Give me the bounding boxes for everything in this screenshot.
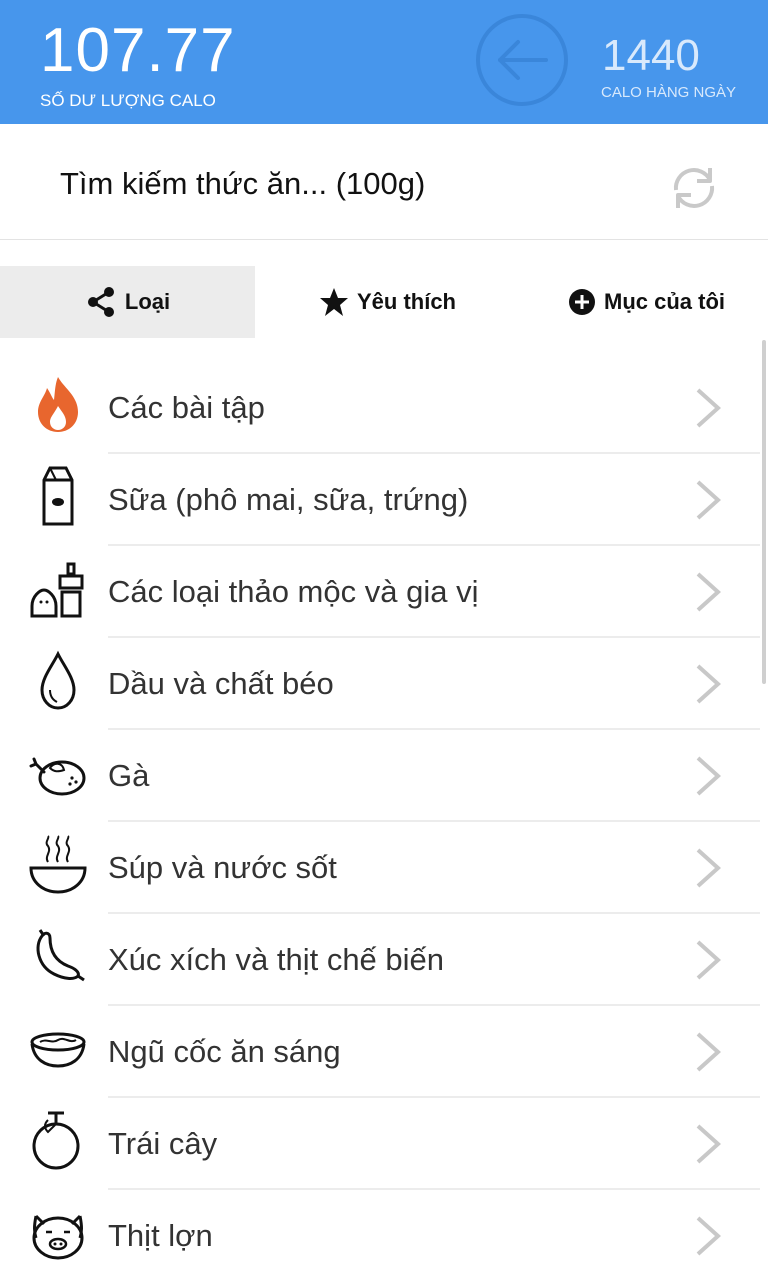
tab-categories-label: Loại	[124, 289, 171, 314]
category-label: Súp và nước sốt	[108, 850, 337, 885]
tab-favorites[interactable]: Yêu thích	[255, 266, 520, 338]
category-label: Xúc xích và thịt chế biến	[108, 942, 445, 977]
calorie-header: 107.77 SỐ DƯ LƯỢNG CALO 1440 CALO HÀNG N…	[0, 0, 768, 124]
list-scrollbar[interactable]	[762, 340, 766, 684]
arrow-left-circle-icon	[476, 14, 568, 106]
category-list: Các bài tập Sữa (phô mai, sữa, trứng) Cá…	[0, 362, 760, 1280]
back-button[interactable]	[476, 14, 568, 106]
cereal-bowl-icon	[30, 1032, 86, 1068]
chevron-right-icon	[696, 1216, 721, 1256]
category-item-oils-fats[interactable]: Dầu và chất béo	[0, 638, 760, 730]
fruit-icon	[32, 1111, 80, 1170]
calorie-balance-label: SỐ DƯ LƯỢNG CALO	[40, 91, 216, 110]
refresh-icon	[673, 168, 715, 208]
search-input[interactable]: Tìm kiếm thức ăn... (100g)	[60, 166, 425, 202]
category-item-fruit[interactable]: Trái cây	[0, 1098, 760, 1190]
food-search-bar[interactable]: Tìm kiếm thức ăn... (100g)	[0, 124, 768, 240]
chevron-right-icon	[696, 940, 721, 980]
category-item-exercise[interactable]: Các bài tập	[0, 362, 760, 454]
tab-my-items[interactable]: Mục của tôi	[520, 266, 768, 338]
tab-my-items-label: Mục của tôi	[604, 289, 726, 314]
chevron-right-icon	[696, 480, 721, 520]
category-item-pork[interactable]: Thịt lợn	[0, 1190, 760, 1280]
chevron-right-icon	[696, 388, 721, 428]
category-label: Dầu và chất béo	[108, 666, 334, 701]
tab-favorites-label: Yêu thích	[356, 289, 456, 314]
category-label: Trái cây	[108, 1126, 218, 1161]
chevron-right-icon	[696, 664, 721, 704]
refresh-button[interactable]	[666, 160, 722, 216]
roast-chicken-icon	[29, 757, 86, 796]
category-label: Thịt lợn	[108, 1218, 213, 1253]
share-icon	[87, 287, 114, 317]
chevron-right-icon	[696, 848, 721, 888]
salt-pepper-icon	[30, 562, 84, 618]
chevron-right-icon	[696, 756, 721, 796]
calorie-balance-value: 107.77	[40, 16, 236, 85]
star-icon	[319, 288, 348, 316]
plus-circle-icon	[569, 289, 595, 315]
category-label: Gà	[108, 758, 150, 793]
pig-icon	[32, 1214, 84, 1260]
oil-drop-icon	[40, 650, 76, 710]
category-tabs: Loại Yêu thích Mục của tôi	[0, 266, 768, 338]
category-label: Sữa (phô mai, sữa, trứng)	[108, 482, 469, 517]
category-item-sausages[interactable]: Xúc xích và thịt chế biến	[0, 914, 760, 1006]
category-label: Ngũ cốc ăn sáng	[108, 1034, 341, 1069]
category-item-chicken[interactable]: Gà	[0, 730, 760, 822]
sausage-icon	[36, 929, 85, 982]
category-item-dairy[interactable]: Sữa (phô mai, sữa, trứng)	[0, 454, 760, 546]
tab-categories[interactable]: Loại	[0, 266, 255, 338]
chevron-right-icon	[696, 1124, 721, 1164]
category-item-cereal[interactable]: Ngũ cốc ăn sáng	[0, 1006, 760, 1098]
category-item-herbs-spices[interactable]: Các loại thảo mộc và gia vị	[0, 546, 760, 638]
daily-calorie-value: 1440	[602, 31, 700, 80]
chevron-right-icon	[696, 572, 721, 612]
chevron-right-icon	[696, 1032, 721, 1072]
category-label: Các loại thảo mộc và gia vị	[108, 574, 479, 609]
milk-carton-icon	[42, 466, 74, 526]
category-label: Các bài tập	[108, 390, 265, 425]
soup-bowl-icon	[29, 835, 87, 894]
daily-calorie-label: CALO HÀNG NGÀY	[601, 84, 737, 101]
fire-icon	[38, 377, 78, 432]
category-item-soups-sauces[interactable]: Súp và nước sốt	[0, 822, 760, 914]
